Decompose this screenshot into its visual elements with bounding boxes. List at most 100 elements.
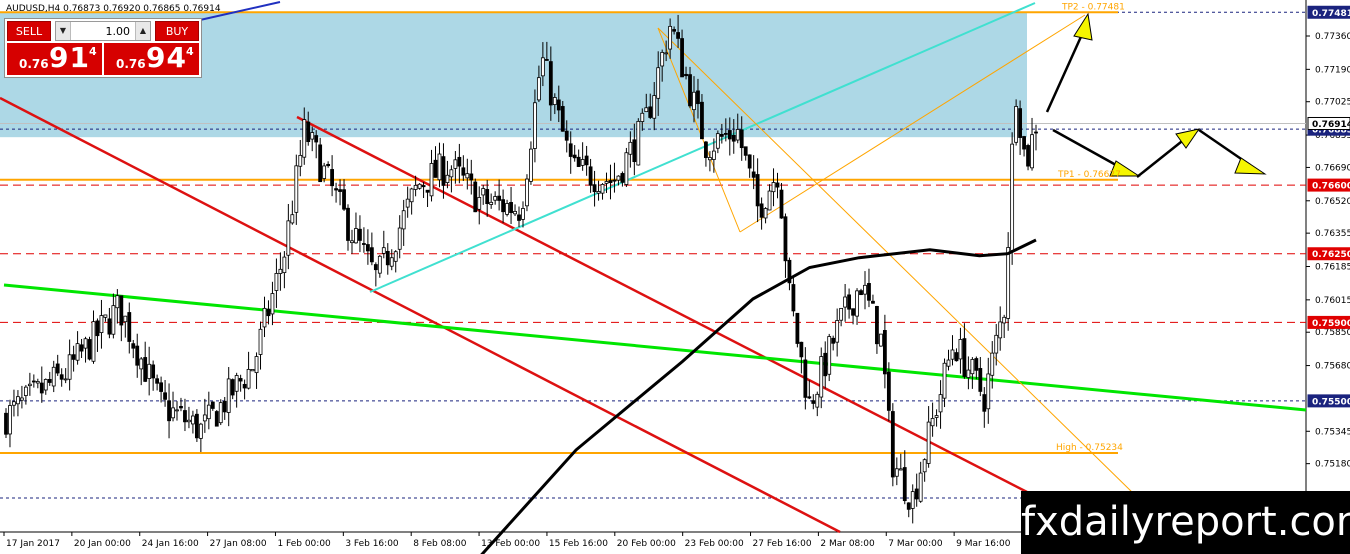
candle-body: [529, 148, 533, 182]
candle-body: [572, 154, 577, 159]
candle-body: [533, 102, 537, 149]
candle-body: [628, 141, 633, 155]
candle-body: [318, 144, 323, 183]
candle-body: [978, 368, 983, 392]
candle-body: [369, 247, 374, 263]
price-label-text: 0.77481: [1312, 9, 1350, 19]
price-label-text: 0.76250: [1312, 250, 1350, 260]
candle-body: [922, 459, 927, 473]
y-tick-label: 0.76185: [1315, 263, 1350, 273]
candle-body: [755, 174, 760, 207]
buy-price-prefix: 0.76: [116, 57, 146, 71]
candle-body: [576, 156, 581, 167]
lot-size-input[interactable]: [72, 23, 134, 39]
candle-body: [715, 133, 720, 149]
candle-body: [147, 363, 152, 379]
candle-body: [910, 491, 915, 509]
lot-increase-icon[interactable]: ▲: [135, 22, 150, 40]
candle-body: [739, 129, 744, 149]
x-tick-label: 17 Jan 2017: [6, 539, 60, 549]
candle-body: [151, 364, 156, 379]
candle-body: [489, 201, 494, 205]
candle-body: [723, 132, 728, 135]
candle-body: [890, 411, 895, 478]
candle-body: [183, 410, 187, 423]
candle-body: [493, 196, 498, 201]
candle-body: [473, 181, 478, 213]
candle-body: [898, 468, 903, 471]
candle-body: [505, 203, 509, 215]
candle-body: [461, 167, 466, 176]
candle-body: [43, 379, 48, 391]
candle-body: [751, 171, 756, 178]
candle-body: [966, 369, 971, 378]
candle-body: [8, 405, 12, 435]
candle-body: [99, 315, 104, 334]
candle-body: [568, 143, 573, 157]
candle-body: [536, 77, 541, 101]
candle-body: [648, 106, 653, 118]
y-tick-label: 0.77360: [1315, 32, 1350, 42]
candle-body: [346, 207, 350, 241]
candle-body: [202, 414, 207, 422]
candle-body: [314, 135, 319, 143]
sell-price-prefix: 0.76: [19, 57, 49, 71]
candle-body: [79, 344, 84, 352]
candle-body: [338, 189, 342, 192]
candle-body: [930, 418, 935, 427]
candle-body: [668, 25, 673, 50]
candle-body: [334, 188, 338, 191]
candle-body: [632, 139, 637, 163]
candle-body: [882, 330, 887, 375]
candle-body: [246, 368, 251, 389]
candle-body: [656, 67, 661, 99]
candle-body: [684, 73, 688, 77]
candle-body: [481, 188, 486, 196]
candle-body: [560, 106, 565, 132]
candle-body: [680, 38, 684, 78]
sell-button[interactable]: SELL: [7, 21, 51, 41]
buy-price-button[interactable]: 0.76 94 4: [104, 41, 199, 75]
candle-body: [851, 308, 855, 316]
candle-body: [779, 189, 784, 219]
candle-body: [608, 180, 613, 184]
candle-body: [827, 336, 832, 375]
candle-body: [242, 383, 247, 389]
candle-body: [994, 334, 999, 354]
level-annotation: High - 0.75234: [1056, 443, 1123, 453]
candle-body: [731, 134, 736, 142]
candle-body: [843, 296, 848, 308]
price-chart[interactable]: 0.773600.771900.770250.768550.766900.765…: [0, 0, 1350, 554]
candle-body: [1030, 134, 1034, 169]
lot-decrease-icon[interactable]: ▼: [56, 22, 71, 40]
candle-body: [990, 352, 995, 376]
candle-body: [107, 318, 112, 335]
candle-body: [763, 208, 768, 219]
candle-body: [206, 404, 211, 420]
candle-body: [111, 305, 116, 335]
candle-body: [12, 401, 16, 406]
candle-body: [819, 356, 824, 398]
candle-body: [879, 333, 883, 347]
candle-body: [294, 165, 299, 213]
candle-body: [381, 247, 386, 254]
candle-body: [4, 412, 8, 435]
y-tick-label: 0.76355: [1315, 229, 1350, 239]
candle-body: [457, 156, 462, 167]
candle-body: [839, 307, 844, 321]
candle-body: [672, 29, 677, 32]
candle-body: [926, 421, 931, 464]
candle-body: [302, 119, 307, 158]
level-annotation: TP2 - 0.77481: [1061, 2, 1125, 12]
candle-body: [230, 379, 235, 396]
candle-body: [139, 358, 144, 370]
candle-body: [342, 189, 346, 210]
candle-body: [517, 214, 521, 221]
sell-price-button[interactable]: 0.76 91 4: [7, 41, 102, 75]
candle-body: [31, 380, 36, 383]
candle-body: [385, 250, 390, 266]
buy-button[interactable]: BUY: [155, 21, 199, 41]
candle-body: [409, 188, 414, 203]
candle-body: [469, 173, 474, 181]
y-tick-label: 0.76520: [1315, 197, 1350, 207]
